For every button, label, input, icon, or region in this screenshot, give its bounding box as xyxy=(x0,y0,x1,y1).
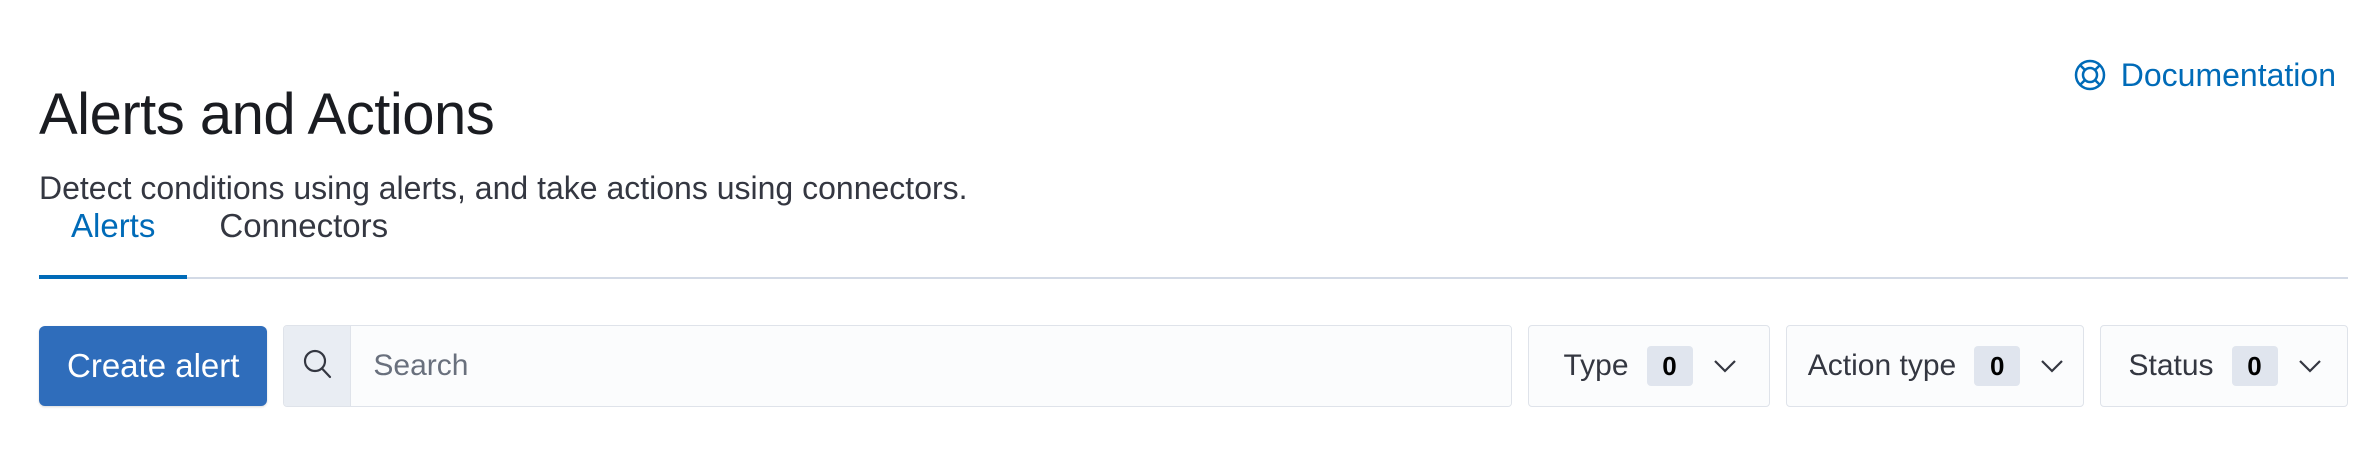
tab-alerts[interactable]: Alerts xyxy=(39,195,188,279)
type-filter-label: Type xyxy=(1563,349,1629,382)
search-icon-container xyxy=(284,326,352,406)
tab-connectors[interactable]: Connectors xyxy=(187,195,420,277)
type-filter-button[interactable]: Type 0 xyxy=(1528,325,1770,407)
alerts-toolbar: Create alert Type 0 Action type 0 Status… xyxy=(39,325,2348,407)
tab-alerts-label: Alerts xyxy=(71,207,156,244)
search-icon xyxy=(300,347,334,386)
page-title: Alerts and Actions xyxy=(39,81,495,147)
create-alert-button[interactable]: Create alert xyxy=(39,326,268,406)
tab-bar: Alerts Connectors xyxy=(39,195,2348,279)
documentation-link-label: Documentation xyxy=(2120,57,2336,93)
search-input[interactable] xyxy=(351,326,1511,406)
action-type-filter-count-badge: 0 xyxy=(1974,346,2021,386)
type-filter-count-badge: 0 xyxy=(1646,346,1693,386)
status-filter-button[interactable]: Status 0 xyxy=(2100,325,2348,407)
tab-connectors-label: Connectors xyxy=(219,207,389,244)
chevron-down-icon xyxy=(2038,352,2066,380)
search-box xyxy=(283,325,1512,407)
documentation-link[interactable]: Documentation xyxy=(2073,50,2336,100)
chevron-down-icon xyxy=(2296,352,2324,380)
help-lifebuoy-icon xyxy=(2073,58,2107,92)
status-filter-count-badge: 0 xyxy=(2231,346,2278,386)
chevron-down-icon xyxy=(1711,352,1739,380)
status-filter-label: Status xyxy=(2128,349,2214,382)
action-type-filter-button[interactable]: Action type 0 xyxy=(1786,325,2084,407)
action-type-filter-label: Action type xyxy=(1807,349,1957,382)
